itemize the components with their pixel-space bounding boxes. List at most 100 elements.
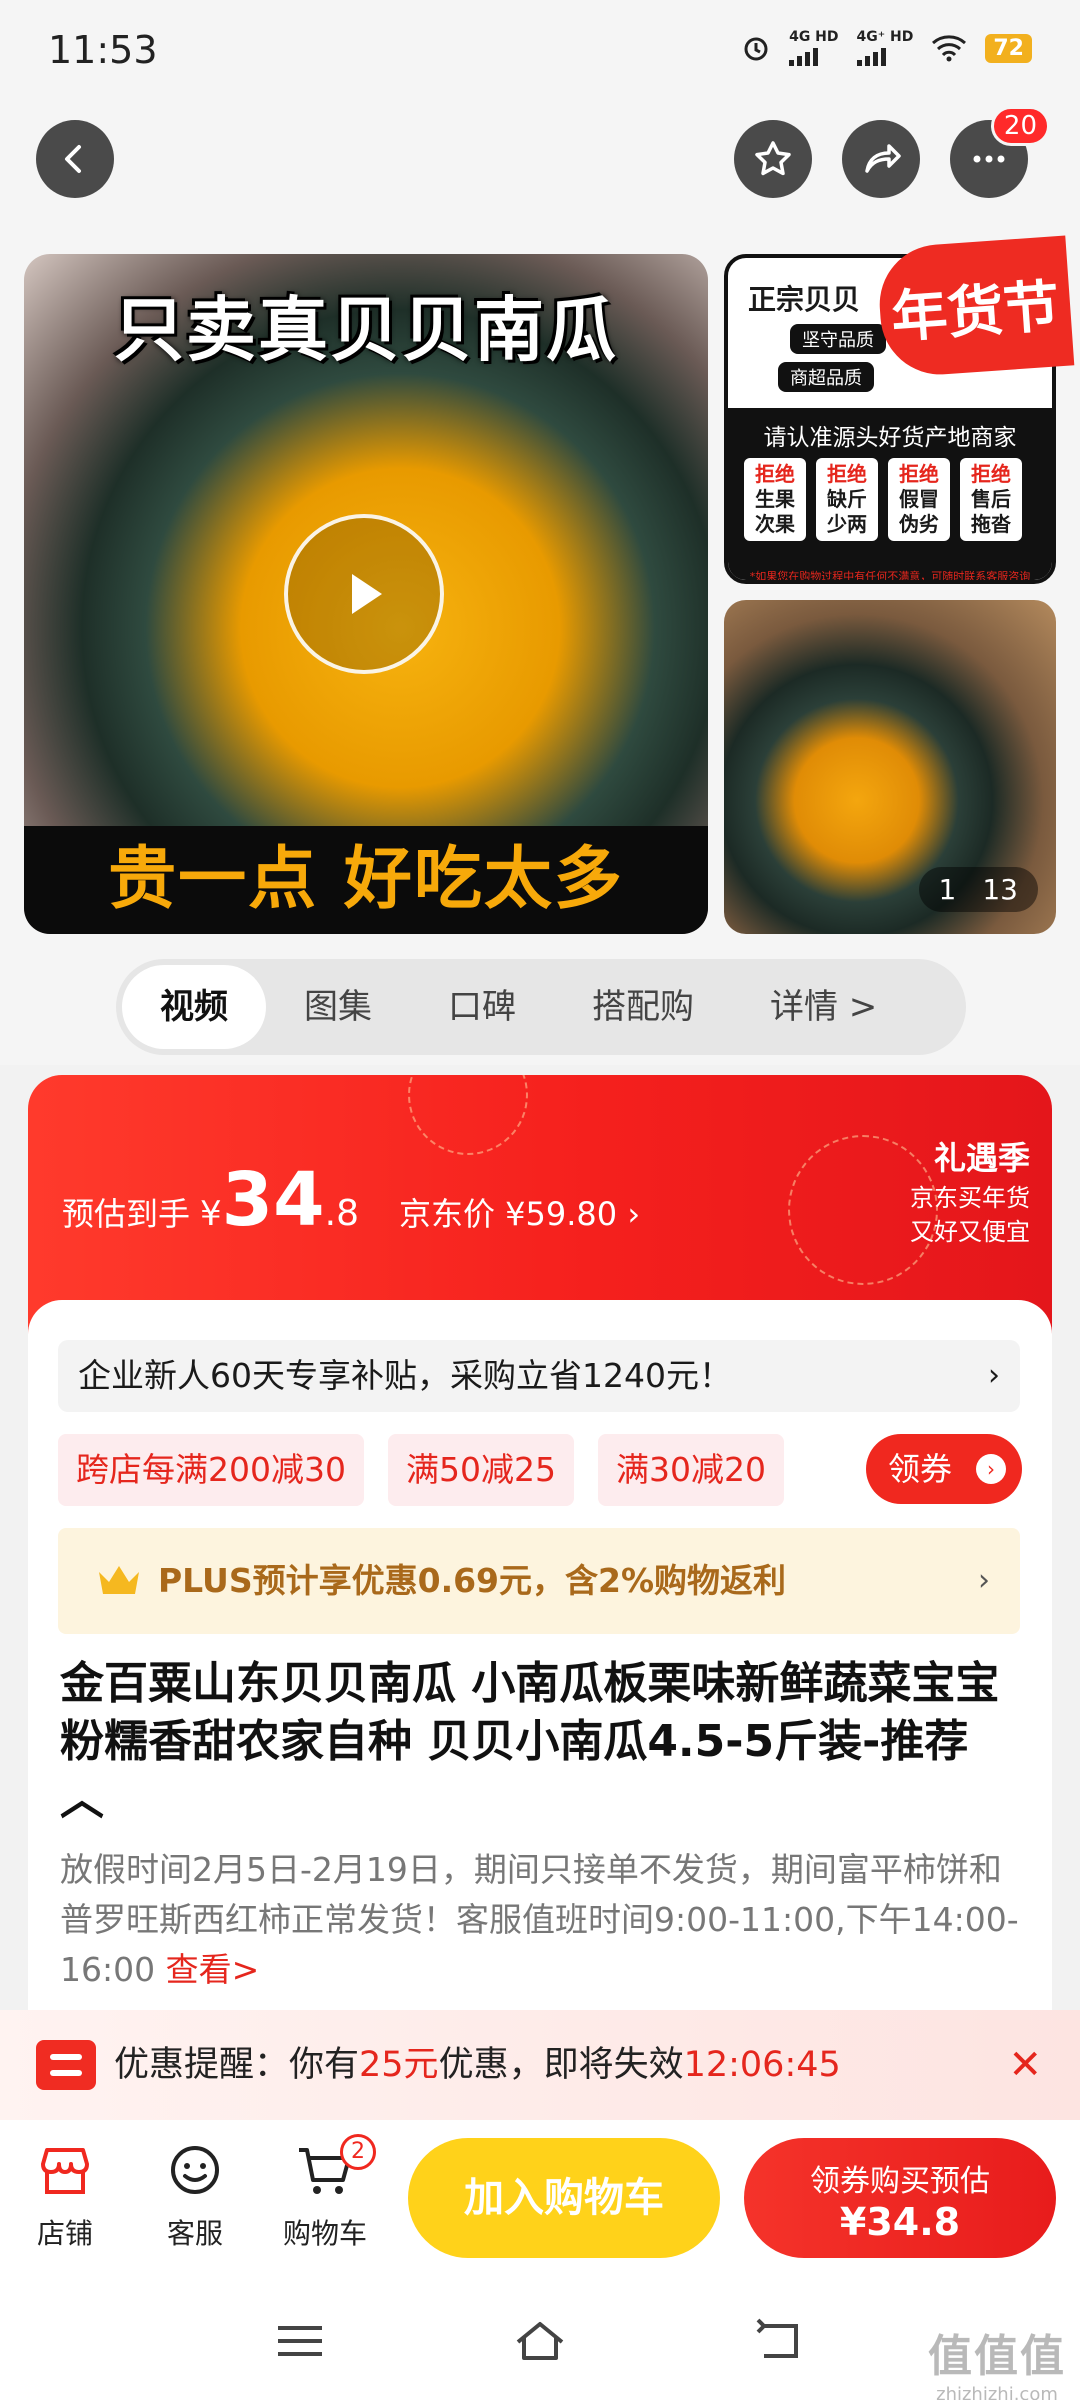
promo-title: 礼遇季 bbox=[933, 1139, 1030, 1177]
back-gesture-icon[interactable] bbox=[750, 2316, 810, 2366]
coupon-chips: 跨店每满200减30 满50减25 满30减20 bbox=[58, 1434, 784, 1506]
side-cell: 拒绝 售后 拖沓 bbox=[960, 458, 1022, 541]
tab-gallery[interactable]: 图集 bbox=[266, 965, 410, 1049]
shop-button[interactable]: 店铺 bbox=[10, 2140, 120, 2252]
shop-icon bbox=[41, 2148, 89, 2194]
side-pill-2: 商超品质 bbox=[778, 362, 874, 392]
reminder-middle: 优惠，即将失效 bbox=[438, 2045, 684, 2085]
price-currency: ¥ bbox=[200, 1194, 222, 1234]
crown-icon bbox=[99, 1566, 139, 1594]
home-icon[interactable] bbox=[510, 2316, 570, 2366]
system-nav-bar: 值值值 zhizhizhi.com bbox=[0, 2280, 1080, 2400]
side-cell: 拒绝 假冒 伪劣 bbox=[888, 458, 950, 541]
signal-1-label: 4G HD bbox=[789, 29, 839, 45]
back-button[interactable] bbox=[36, 120, 114, 198]
side-image-pumpkin[interactable]: 1 13 bbox=[724, 600, 1056, 934]
price-integer: 34 bbox=[221, 1157, 325, 1243]
chevron-right-icon: › bbox=[976, 1454, 1006, 1484]
close-icon[interactable]: ✕ bbox=[1008, 2010, 1042, 2120]
get-coupon-label: 领券 bbox=[888, 1450, 953, 1488]
price-label: 预估到手 bbox=[62, 1195, 191, 1233]
alarm-icon bbox=[744, 37, 768, 61]
product-gallery: 只卖真贝贝南瓜 贵一点 好吃太多 正宗贝贝 坚守品质 商超品质 请认准源头好货产… bbox=[0, 230, 1080, 935]
jd-price[interactable]: 京东价 ¥59.80 › bbox=[399, 1189, 640, 1235]
discount-reminder: 优惠提醒：你有25元优惠，即将失效12:06:45 ✕ bbox=[0, 2010, 1080, 2120]
cart-count-badge: 2 bbox=[340, 2134, 376, 2170]
reminder-countdown: 12:06:45 bbox=[683, 2045, 841, 2085]
media-tabs: 视频 图集 口碑 搭配购 详情 > bbox=[116, 959, 966, 1055]
media-tabs-bar: 视频 图集 口碑 搭配购 详情 > bbox=[0, 935, 1080, 1065]
play-icon bbox=[352, 574, 382, 614]
price-row: 预估到手 ¥ 34 .8 京东价 ¥59.80 › bbox=[62, 1157, 640, 1243]
share-button[interactable] bbox=[842, 120, 920, 198]
coupon-chip[interactable]: 满50减25 bbox=[387, 1434, 574, 1506]
star-icon bbox=[755, 141, 791, 176]
buy-line-2: ¥34.8 bbox=[839, 2200, 961, 2244]
product-title[interactable]: 金百粟山东贝贝南瓜 小南瓜板栗味新鲜蔬菜宝宝粉糯香甜农家自种 贝贝小南瓜4.5-… bbox=[60, 1655, 1020, 1829]
tab-details[interactable]: 详情 > bbox=[732, 965, 915, 1049]
get-coupon-button[interactable]: 领券 › bbox=[866, 1434, 1022, 1504]
side-cell: 拒绝 缺斤 少两 bbox=[816, 458, 878, 541]
main-image-caption: 贵一点 好吃太多 bbox=[24, 826, 708, 934]
bottom-action-bar: 店铺 客服 2 购物车 加入购物车 领券购买预估 ¥34.8 bbox=[0, 2120, 1080, 2280]
customer-service-button[interactable]: 客服 bbox=[140, 2140, 250, 2252]
promo-line-1: 京东买年货 bbox=[910, 1184, 1030, 1212]
menu-icon[interactable] bbox=[270, 2316, 330, 2366]
shop-label: 店铺 bbox=[36, 2217, 93, 2250]
chevron-right-icon: › bbox=[978, 1563, 990, 1598]
main-image-title: 只卖真贝贝南瓜 bbox=[114, 289, 618, 371]
product-info: 企业新人60天专享补贴，采购立省1240元！ › 跨店每满200减30 满50减… bbox=[28, 1300, 1052, 2020]
signal-2-label: 4G⁺ HD bbox=[856, 29, 914, 45]
coupon-chip[interactable]: 满30减20 bbox=[597, 1434, 784, 1506]
side-title: 正宗贝贝 bbox=[748, 283, 861, 316]
holiday-notice: 放假时间2月5日-2月19日，期间只接单不发货，期间富平柿饼和普罗旺斯西红柿正常… bbox=[60, 1845, 1020, 1995]
signal-1: 4G HD bbox=[789, 29, 839, 66]
top-nav: 20 bbox=[0, 100, 1080, 230]
favorite-button[interactable] bbox=[734, 120, 812, 198]
side-cell: 拒绝 生果 次果 bbox=[744, 458, 806, 541]
wifi-icon bbox=[932, 35, 967, 62]
more-badge: 20 bbox=[990, 106, 1050, 146]
tab-bundle[interactable]: 搭配购 bbox=[554, 965, 732, 1049]
tab-reviews[interactable]: 口碑 bbox=[410, 965, 554, 1049]
status-icons: 4G HD 4G⁺ HD 72 bbox=[741, 30, 1032, 66]
reminder-text: 优惠提醒：你有25元优惠，即将失效12:06:45 bbox=[114, 2010, 841, 2120]
reminder-amount: 25元 bbox=[359, 2045, 439, 2085]
plus-benefit-banner[interactable]: PLUS预计享优惠0.69元，含2%购物返利 › bbox=[58, 1528, 1020, 1634]
image-counter-current: 1 bbox=[938, 873, 957, 906]
status-bar: 11:53 4G HD 4G⁺ HD 72 bbox=[0, 0, 1080, 100]
watermark: 值值值 zhizhizhi.com bbox=[928, 2320, 1066, 2400]
coupon-chip[interactable]: 跨店每满200减30 bbox=[58, 1434, 364, 1506]
promo-line-2: 又好又便宜 bbox=[910, 1218, 1030, 1246]
plus-text: PLUS预计享优惠0.69元，含2%购物返利 bbox=[158, 1561, 787, 1600]
notice-view-link[interactable]: 查看> bbox=[166, 1950, 260, 1989]
battery-indicator: 72 bbox=[985, 33, 1032, 63]
chevron-right-icon: › bbox=[988, 1358, 1000, 1393]
festival-badge[interactable]: 年货节 bbox=[875, 235, 1075, 379]
status-time: 11:53 bbox=[48, 28, 158, 72]
coupon-icon bbox=[36, 2040, 96, 2090]
reminder-prefix: 优惠提醒：你有 bbox=[114, 2045, 360, 2085]
signal-2: 4G⁺ HD bbox=[856, 29, 914, 66]
play-button[interactable] bbox=[284, 514, 444, 674]
side-fine-print: *如果您在购物过程中有任何不满意，可随时联系客服咨询 bbox=[749, 570, 1031, 583]
side-band: 请认准源头好货产地商家 拒绝 生果 次果 拒绝 缺斤 少两 拒绝 假冒 伪劣 拒绝 售后 拖沓 … bbox=[728, 408, 1052, 583]
share-icon bbox=[865, 144, 901, 173]
firework-decoration bbox=[408, 1075, 528, 1155]
chevron-left-icon bbox=[65, 145, 81, 173]
main-video-thumbnail[interactable]: 只卖真贝贝南瓜 贵一点 好吃太多 bbox=[24, 254, 708, 934]
more-button[interactable]: 20 bbox=[950, 106, 1050, 198]
cart-button[interactable]: 2 购物车 bbox=[270, 2134, 380, 2252]
price-decimal: .8 bbox=[324, 1193, 359, 1234]
enterprise-subsidy-banner[interactable]: 企业新人60天专享补贴，采购立省1240元！ › bbox=[58, 1340, 1020, 1412]
tab-video[interactable]: 视频 bbox=[122, 965, 266, 1049]
add-to-cart-button[interactable]: 加入购物车 bbox=[408, 2138, 720, 2258]
image-counter-total: 13 bbox=[982, 873, 1018, 906]
buy-now-button[interactable]: 领券购买预估 ¥34.8 bbox=[744, 2138, 1056, 2258]
promo-text: 礼遇季 京东买年货 又好又便宜 bbox=[910, 1133, 1030, 1247]
signal-bars-icon bbox=[856, 44, 886, 66]
image-counter: 1 13 bbox=[918, 867, 1038, 912]
cart-label: 购物车 bbox=[282, 2217, 367, 2250]
side-pill-1: 坚守品质 bbox=[790, 324, 886, 354]
subsidy-text: 企业新人60天专享补贴，采购立省1240元！ bbox=[78, 1356, 732, 1395]
